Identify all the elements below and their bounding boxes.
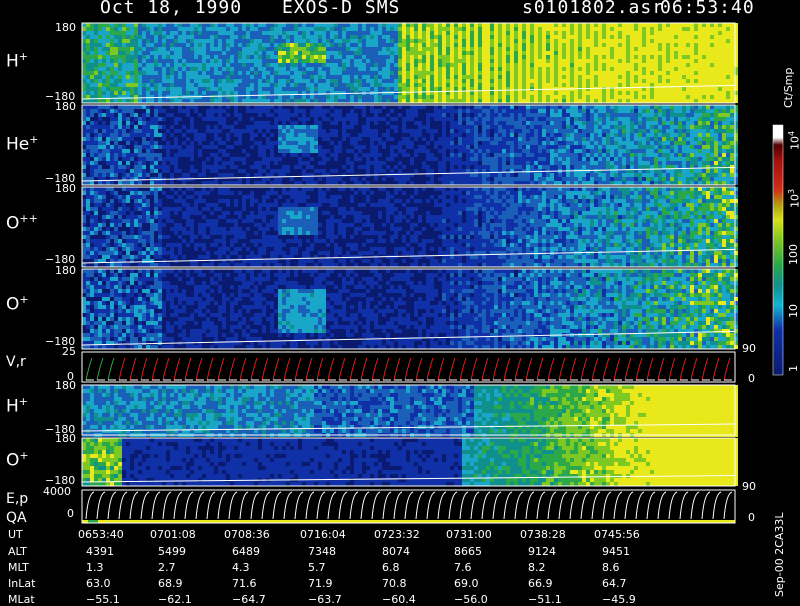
panel-label-h-plus: H+ [6, 50, 28, 72]
panel-label-qa: QA [6, 510, 27, 526]
panel-label-o-plusplus: O++ [6, 212, 38, 234]
ephemeris-cell: 0653:40 [78, 528, 124, 541]
panel-he-plus [82, 105, 738, 185]
sms-spectrogram-plot [0, 0, 800, 600]
ytick-top: 180 [55, 100, 76, 113]
ephemeris-cell: 7.6 [454, 561, 472, 574]
ephemeris-cell: 71.6 [232, 577, 257, 590]
ephemeris-row-label: UT [8, 528, 23, 541]
right-tick-ep-zero: 0 [748, 511, 755, 524]
ytick-top: 180 [55, 379, 76, 392]
right-tick-ep-top: 90 [742, 480, 756, 493]
ephemeris-cell: 8665 [454, 545, 482, 558]
ephemeris-cell: 5.7 [308, 561, 326, 574]
right-tick-vr-zero: 0 [748, 372, 755, 385]
colorbar-tick-1: 1 [787, 365, 800, 372]
ephemeris-row-label: MLT [8, 561, 29, 574]
panel-o-plus-lower [82, 438, 738, 486]
ephemeris-cell: 9451 [602, 545, 630, 558]
ytick-top: 180 [55, 21, 76, 34]
ephemeris-cell: 0723:32 [374, 528, 420, 541]
ephemeris-cell: 1.3 [86, 561, 104, 574]
colorbar-unit: Ct/Smp [782, 68, 795, 108]
start-time: 06:53:40 [660, 0, 755, 18]
ephemeris-cell: 0716:04 [300, 528, 346, 541]
ytick-vr-top: 25 [62, 345, 76, 358]
panel-h-plus-lower [82, 385, 738, 437]
panel-o-plus [82, 269, 738, 349]
ephemeris-cell: 0745:56 [594, 528, 640, 541]
sidebar-label: Sep-00 2CA33L [773, 512, 786, 597]
ephemeris-row-label: InLat [8, 577, 35, 590]
panel-label-he-plus: He+ [6, 133, 38, 155]
ephemeris-cell: 0708:36 [224, 528, 270, 541]
colorbar-tick-1000: 103 [787, 189, 800, 208]
colorbar-tick-10: 10 [787, 304, 800, 318]
ephemeris-cell: 64.7 [602, 577, 627, 590]
panel-label-vr: V,r [6, 354, 26, 370]
ephemeris-cell: 71.9 [308, 577, 333, 590]
ephemeris-cell: 68.9 [158, 577, 183, 590]
ytick-ep-top: 4000 [43, 485, 71, 498]
colorbar [773, 125, 783, 375]
colorbar-tick-100: 100 [787, 244, 800, 265]
ephemeris-cell: 69.0 [454, 577, 479, 590]
ephemeris-cell: 8074 [382, 545, 410, 558]
ephemeris-cell: 6489 [232, 545, 260, 558]
ephemeris-cell: 66.9 [528, 577, 553, 590]
instrument-title: EXOS-D SMS [282, 0, 400, 18]
ephemeris-cell: 5499 [158, 545, 186, 558]
ephemeris-cell: 8.2 [528, 561, 546, 574]
right-tick-vr-top: 90 [742, 342, 756, 355]
panel-ep [82, 490, 735, 523]
panel-label-o-plus: O+ [6, 293, 29, 315]
ephemeris-cell: 4391 [86, 545, 114, 558]
ephemeris-cell: 0738:28 [520, 528, 566, 541]
ephemeris-cell: 63.0 [86, 577, 111, 590]
panel-label-ep: E,p [6, 491, 28, 507]
ephemeris-cell: 0731:00 [446, 528, 492, 541]
ephemeris-cell: 6.8 [382, 561, 400, 574]
ytick-top: 180 [55, 264, 76, 277]
panel-label-o-plus-lower: O+ [6, 449, 29, 471]
ephemeris-cell: 2.7 [158, 561, 176, 574]
ephemeris-cell: 8.6 [602, 561, 620, 574]
ephemeris-cell: 7348 [308, 545, 336, 558]
ephemeris-cell: 4.3 [232, 561, 250, 574]
panel-h-plus [82, 23, 738, 103]
filename: s0101802.asr [522, 0, 664, 18]
ephemeris-row-label: ALT [8, 545, 27, 558]
panel-label-h-plus-lower: H+ [6, 395, 28, 417]
ytick-top: 180 [55, 432, 76, 445]
date-title: Oct 18, 1990 [100, 0, 242, 18]
panel-vr [82, 352, 735, 382]
colorbar-tick-10000: 104 [787, 131, 800, 150]
panel-o-plusplus [82, 187, 738, 267]
ytick-ep-zero: 0 [67, 507, 74, 520]
ytick-top: 180 [55, 182, 76, 195]
ephemeris-cell: 9124 [528, 545, 556, 558]
ephemeris-cell: 0701:08 [150, 528, 196, 541]
ephemeris-cell: 70.8 [382, 577, 407, 590]
